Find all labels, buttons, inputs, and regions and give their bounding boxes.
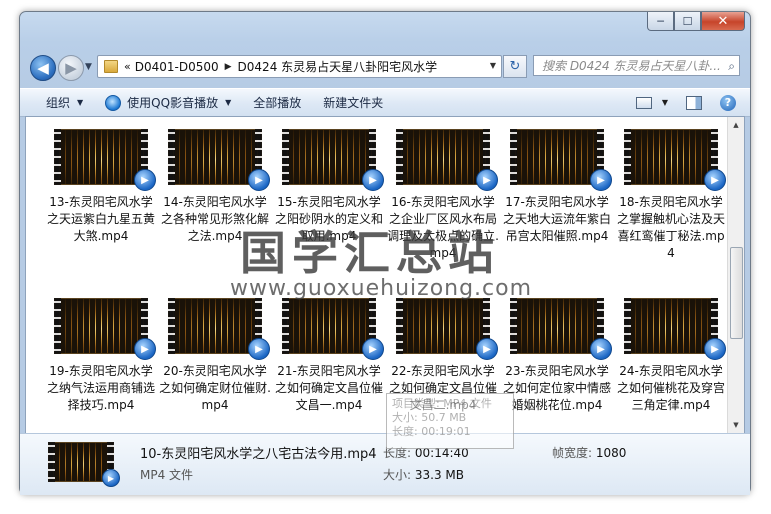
folder-icon xyxy=(104,60,118,73)
details-thumbnail: ▶ xyxy=(48,442,120,487)
breadcrumb-current-folder[interactable]: D0424 东灵易占天星八卦阳宅风水学 xyxy=(238,58,438,75)
file-name: 17-东灵阳宅风水学之天地大运流年紫白吊宫太阳催照.mp4 xyxy=(502,195,611,243)
play-all-button[interactable]: 全部播放 xyxy=(253,94,301,111)
video-thumbnail: ▶ xyxy=(510,298,612,360)
search-placeholder: 搜索 D0424 东灵易占天星八卦... xyxy=(542,59,721,73)
video-file-icon: ▶ xyxy=(102,469,120,487)
breadcrumb-separator-icon[interactable]: ▶ xyxy=(225,62,232,72)
video-thumbnail: ▶ xyxy=(510,129,612,191)
minimize-button[interactable]: ─ xyxy=(647,12,674,31)
file-tooltip: 项目类型: MP4 文件 大小: 50.7 MB 长度: 00:19:01 xyxy=(386,393,514,449)
chevron-down-icon: ▼ xyxy=(225,98,232,107)
video-thumbnail: ▶ xyxy=(168,129,270,191)
play-all-label: 全部播放 xyxy=(253,96,302,110)
file-name: 24-东灵阳宅风水学之如何催桃花及穿宫三角定律.mp4 xyxy=(616,364,725,412)
details-pane: ▶ 10-东灵阳宅风水学之八宅古法今用.mp4 MP4 文件 长度: 00:14… xyxy=(20,433,750,495)
organize-label: 组织 xyxy=(46,96,71,110)
video-file-icon: ▶ xyxy=(248,338,270,360)
new-folder-button[interactable]: 新建文件夹 xyxy=(323,94,383,111)
address-bar[interactable]: « D0401-D0500 ▶ D0424 东灵易占天星八卦阳宅风水学 ▼ xyxy=(97,55,502,78)
new-folder-label: 新建文件夹 xyxy=(323,96,384,110)
video-file-icon: ▶ xyxy=(704,169,726,191)
size-value[interactable]: 33.3 MB xyxy=(415,468,464,482)
qq-player-icon xyxy=(105,94,122,111)
file-item[interactable]: ▶ 19-东灵阳宅风水学之纳气法运用商铺选择技巧.mp4 xyxy=(44,298,158,414)
video-thumbnail: ▶ xyxy=(54,298,156,360)
refresh-button[interactable]: ↻ xyxy=(503,55,527,78)
maximize-button[interactable]: ☐ xyxy=(674,12,701,31)
video-thumbnail: ▶ xyxy=(282,298,384,360)
size-field: 大小: 33.3 MB xyxy=(383,466,464,483)
back-button[interactable]: ◀ xyxy=(30,55,56,81)
file-name: 18-东灵阳宅风水学之掌握触机心法及天喜红鸾催丁秘法.mp4 xyxy=(616,195,725,260)
video-thumbnail: ▶ xyxy=(396,129,498,191)
chevron-down-icon: ▼ xyxy=(77,98,84,107)
video-thumbnail: ▶ xyxy=(54,129,156,191)
file-item[interactable]: ▶ 18-东灵阳宅风水学之掌握触机心法及天喜红鸾催丁秘法.mp4 xyxy=(614,129,728,262)
watermark-url: www.guoxuehuizong.com xyxy=(230,276,533,301)
file-item[interactable]: ▶ 17-东灵阳宅风水学之天地大运流年紫白吊宫太阳催照.mp4 xyxy=(500,129,614,245)
tooltip-size: 大小: 50.7 MB xyxy=(392,411,467,424)
video-thumbnail: ▶ xyxy=(624,298,726,360)
play-with-qq-menu[interactable]: 使用QQ影音播放 ▼ xyxy=(105,94,231,111)
video-thumbnail: ▶ xyxy=(282,129,384,191)
video-file-icon: ▶ xyxy=(476,338,498,360)
video-file-icon: ▶ xyxy=(134,169,156,191)
organize-menu[interactable]: 组织 ▼ xyxy=(46,94,83,111)
close-button[interactable]: ✕ xyxy=(701,12,745,31)
search-icon[interactable]: ⌕ xyxy=(728,59,735,74)
view-dropdown-icon[interactable]: ▼ xyxy=(662,98,668,107)
file-item[interactable]: ▶ 20-东灵阳宅风水学之如何确定财位催财.mp4 xyxy=(158,298,272,414)
video-file-icon: ▶ xyxy=(590,338,612,360)
caption-buttons: ─ ☐ ✕ xyxy=(647,12,745,32)
recent-pages-dropdown[interactable]: ▼ xyxy=(85,62,92,72)
search-input[interactable]: 搜索 D0424 东灵易占天星八卦... ⌕ xyxy=(533,55,740,76)
video-file-icon: ▶ xyxy=(248,169,270,191)
size-label: 大小: xyxy=(383,468,412,482)
file-name: 23-东灵阳宅风水学之如何定位家中情感婚姻桃花位.mp4 xyxy=(502,364,611,412)
frame-width-label: 帧宽度: xyxy=(552,446,593,460)
selected-file-type: MP4 文件 xyxy=(140,468,194,482)
tooltip-type: 项目类型: MP4 文件 xyxy=(392,397,492,410)
file-name: 20-东灵阳宅风水学之如何确定财位催财.mp4 xyxy=(159,364,271,412)
video-file-icon: ▶ xyxy=(362,338,384,360)
frame-width-value[interactable]: 1080 xyxy=(596,446,627,460)
forward-button[interactable]: ▶ xyxy=(58,55,84,81)
breadcrumb-d0401-d0500[interactable]: D0401-D0500 xyxy=(135,60,219,74)
video-file-icon: ▶ xyxy=(362,169,384,191)
frame-width-field: 帧宽度: 1080 xyxy=(552,444,626,461)
command-bar: 组织 ▼ 使用QQ影音播放 ▼ 全部播放 新建文件夹 ▼ ? xyxy=(20,88,750,117)
scroll-up-icon[interactable]: ▲ xyxy=(728,117,744,133)
play-with-qq-label: 使用QQ影音播放 xyxy=(127,96,219,110)
selected-file-name: 10-东灵阳宅风水学之八宅古法今用.mp4 xyxy=(140,447,377,462)
watermark-title: 国学汇总站 xyxy=(240,226,500,280)
preview-pane-icon[interactable] xyxy=(686,95,702,110)
tooltip-length: 长度: 00:19:01 xyxy=(392,425,471,438)
file-name: 13-东灵阳宅风水学之天运紫白九星五黄大煞.mp4 xyxy=(46,195,155,243)
scroll-down-icon[interactable]: ▼ xyxy=(728,417,744,433)
file-item[interactable]: ▶ 24-东灵阳宅风水学之如何催桃花及穿宫三角定律.mp4 xyxy=(614,298,728,414)
video-thumbnail: ▶ xyxy=(624,129,726,191)
file-item[interactable]: ▶ 23-东灵阳宅风水学之如何定位家中情感婚姻桃花位.mp4 xyxy=(500,298,614,414)
navigation-bar: ◀ ▶ ▼ « D0401-D0500 ▶ D0424 东灵易占天星八卦阳宅风水… xyxy=(20,52,750,81)
file-item[interactable]: ▶ 13-东灵阳宅风水学之天运紫白九星五黄大煞.mp4 xyxy=(44,129,158,245)
vertical-scrollbar[interactable]: ▲ ▼ xyxy=(727,117,744,433)
file-item[interactable]: ▶ 21-东灵阳宅风水学之如何确定文昌位催文昌一.mp4 xyxy=(272,298,386,414)
video-file-icon: ▶ xyxy=(476,169,498,191)
change-view-icon[interactable] xyxy=(635,96,652,109)
scroll-thumb[interactable] xyxy=(730,247,743,339)
video-thumbnail: ▶ xyxy=(168,298,270,360)
video-file-icon: ▶ xyxy=(704,338,726,360)
breadcrumb-overflow[interactable]: « xyxy=(124,60,131,73)
video-thumbnail: ▶ xyxy=(48,442,120,487)
video-file-icon: ▶ xyxy=(134,338,156,360)
file-name: 21-东灵阳宅风水学之如何确定文昌位催文昌一.mp4 xyxy=(274,364,383,412)
video-thumbnail: ▶ xyxy=(396,298,498,360)
toolbar-right: ▼ ? xyxy=(635,89,750,116)
help-icon[interactable]: ? xyxy=(720,94,736,111)
address-dropdown-icon[interactable]: ▼ xyxy=(490,61,496,70)
file-name: 19-东灵阳宅风水学之纳气法运用商铺选择技巧.mp4 xyxy=(46,364,155,412)
video-file-icon: ▶ xyxy=(590,169,612,191)
